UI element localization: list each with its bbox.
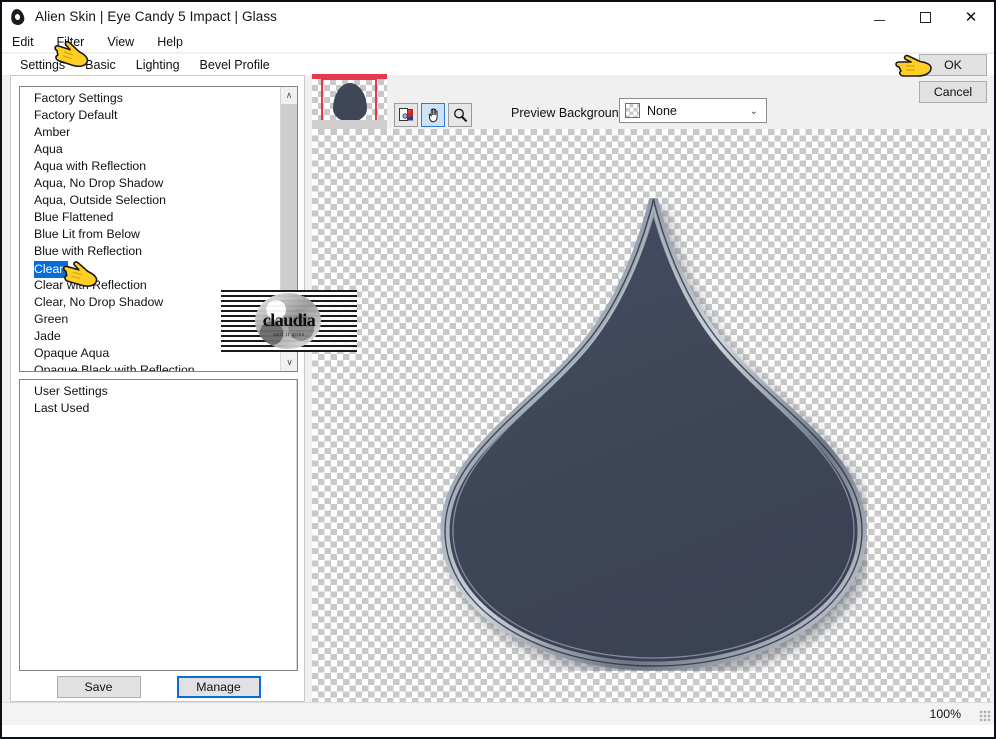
thumbnail-viewport-frame[interactable]: [321, 78, 377, 123]
list-item[interactable]: Amber: [22, 124, 297, 141]
menu-item-help[interactable]: Help: [157, 35, 183, 49]
user-list-scrollbar: [296, 380, 297, 670]
preview-background-value: None: [647, 103, 677, 118]
droplet-icon: [7, 6, 29, 28]
preview-background-select[interactable]: None ⌄: [619, 98, 767, 123]
scroll-down-icon[interactable]: ∨: [281, 354, 297, 371]
chevron-down-icon[interactable]: ⌄: [750, 106, 758, 117]
scroll-up-icon[interactable]: ∧: [281, 87, 297, 104]
zoom-level: 100%: [929, 707, 961, 721]
save-button[interactable]: Save: [56, 676, 141, 698]
cancel-button[interactable]: Cancel: [919, 81, 987, 103]
application-window: Alien Skin | Eye Candy 5 Impact | Glass …: [0, 0, 996, 739]
dialog-button-group: OK Cancel: [919, 54, 987, 108]
image-preview-tool-button[interactable]: [394, 103, 418, 127]
image-preview-icon: [398, 107, 413, 121]
close-button[interactable]: ✕: [948, 2, 994, 32]
tab-basic[interactable]: Basic: [75, 55, 126, 75]
list-item-selected[interactable]: Clear: [34, 261, 69, 278]
tab-bevel-profile[interactable]: Bevel Profile: [189, 55, 280, 75]
watermark-subtext: and it goes: [273, 332, 305, 338]
hand-pan-tool-button[interactable]: [421, 103, 445, 127]
bottom-strip: [2, 725, 994, 737]
tab-strip: Settings Basic Lighting Bevel Profile: [2, 54, 994, 75]
list-item[interactable]: Factory Settings: [22, 90, 297, 107]
tab-lighting[interactable]: Lighting: [125, 55, 190, 75]
list-item[interactable]: Aqua, Outside Selection: [22, 192, 297, 209]
window-title: Alien Skin | Eye Candy 5 Impact | Glass: [35, 9, 278, 24]
maximize-button[interactable]: [902, 2, 948, 32]
manage-button[interactable]: Manage: [176, 676, 261, 698]
list-item[interactable]: Blue Lit from Below: [22, 226, 297, 243]
zoom-magnifier-tool-button[interactable]: [448, 103, 472, 127]
menu-item-edit[interactable]: Edit: [12, 35, 34, 49]
preset-button-row: Save Manage: [11, 676, 306, 698]
preview-canvas[interactable]: [312, 129, 990, 712]
list-item[interactable]: Last Used: [22, 400, 297, 417]
ok-button[interactable]: OK: [919, 54, 987, 76]
list-item[interactable]: Blue Flattened: [22, 209, 297, 226]
watermark-text: claudia: [262, 310, 316, 330]
menu-bar: Edit Filter View Help: [2, 32, 994, 52]
menu-item-filter[interactable]: Filter: [57, 35, 85, 49]
minimize-button[interactable]: [856, 2, 902, 32]
close-icon: ✕: [964, 8, 978, 26]
tab-settings[interactable]: Settings: [10, 55, 76, 75]
preview-background-label: Preview Background:: [511, 106, 630, 120]
settings-panel: Factory Settings Factory Default Amber A…: [10, 75, 305, 702]
list-item[interactable]: Opaque Black with Reflection: [22, 362, 297, 371]
status-bar: 100%: [2, 702, 994, 725]
transparency-swatch-icon: [625, 103, 640, 118]
list-item[interactable]: Aqua, No Drop Shadow: [22, 175, 297, 192]
title-bar: Alien Skin | Eye Candy 5 Impact | Glass …: [2, 2, 994, 32]
hand-icon: [428, 107, 438, 122]
magnifier-icon: [453, 108, 467, 122]
resize-grip[interactable]: [979, 710, 991, 722]
watermark-overlay: claudia and it goes: [221, 290, 357, 352]
list-item[interactable]: Aqua with Reflection: [22, 158, 297, 175]
user-settings-list[interactable]: User Settings Last Used: [19, 379, 298, 671]
list-item[interactable]: Aqua: [22, 141, 297, 158]
window-controls: ✕: [856, 2, 994, 32]
list-item[interactable]: Factory Default: [22, 107, 297, 124]
list-item[interactable]: Blue with Reflection: [22, 243, 297, 260]
list-item[interactable]: User Settings: [22, 383, 297, 400]
menu-item-view[interactable]: View: [107, 35, 134, 49]
preview-thumbnail[interactable]: [312, 74, 387, 129]
preview-tool-buttons: [394, 103, 472, 127]
glass-droplet-shape: [440, 198, 867, 671]
